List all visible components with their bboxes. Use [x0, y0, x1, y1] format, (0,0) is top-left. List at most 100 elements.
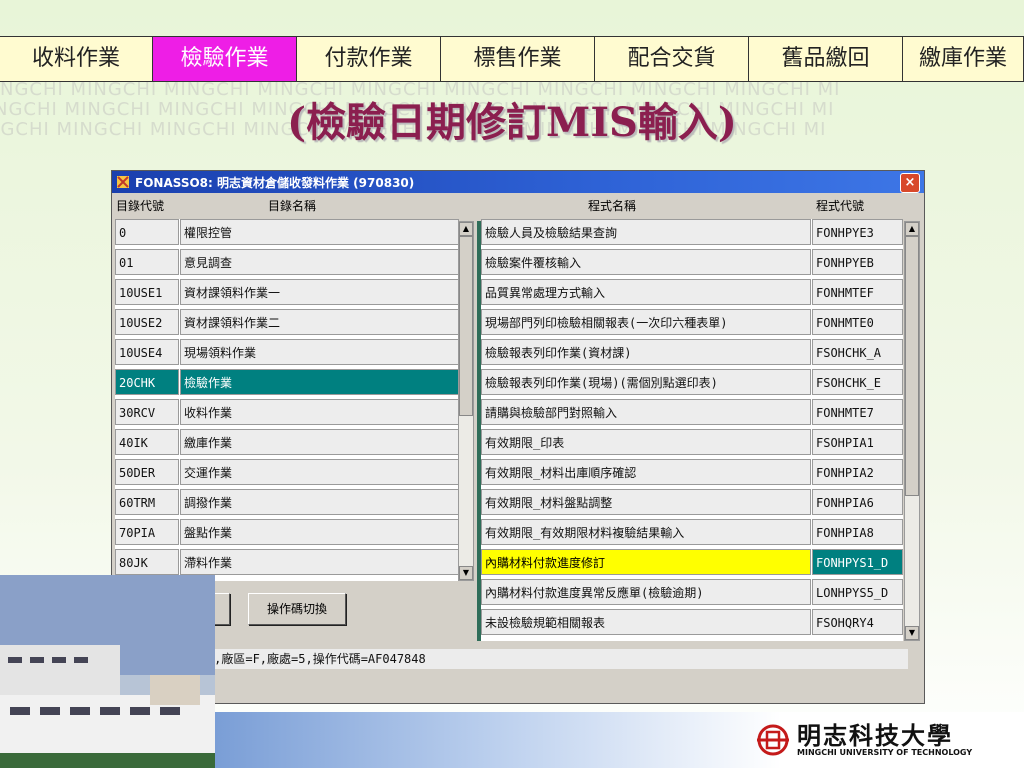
catalog-code: 01: [115, 249, 179, 275]
university-name-en: MINGCHI UNIVERSITY OF TECHNOLOGY: [797, 747, 973, 757]
program-row[interactable]: 有效期限_有效期限材料複驗結果輸入 FONHPIA8: [481, 519, 903, 547]
program-code: FONHPYS1_D: [812, 549, 903, 575]
program-name: 請購與檢驗部門對照輸入: [481, 399, 811, 425]
catalog-scrollbar[interactable]: ▲ ▼: [458, 221, 474, 581]
program-code: FONHPYEB: [812, 249, 903, 275]
catalog-row[interactable]: 40IK 繳庫作業: [115, 429, 459, 457]
program-row[interactable]: 檢驗案件覆核輸入 FONHPYEB: [481, 249, 903, 277]
catalog-name: 繳庫作業: [180, 429, 459, 455]
campus-building-image: [0, 575, 215, 768]
catalog-name: 交運作業: [180, 459, 459, 485]
program-code: FONHPIA2: [812, 459, 903, 485]
catalog-list: 0 權限控管 01 意見調查 10USE1 資材課領料作業一 10USE2 資材課領料作業二 1…: [115, 219, 459, 581]
program-code: FSOHCHK_A: [812, 339, 903, 365]
university-emblem-icon: [757, 724, 789, 756]
nav-tab[interactable]: 舊品繳回: [749, 37, 903, 81]
catalog-name: 調撥作業: [180, 489, 459, 515]
page-title: (檢驗日期修訂MIS輸入): [287, 99, 737, 146]
catalog-name: 現場領料作業: [180, 339, 459, 365]
program-code: FONHPIA8: [812, 519, 903, 545]
catalog-name: 意見調查: [180, 249, 459, 275]
nav-tab[interactable]: 繳庫作業: [903, 37, 1024, 81]
program-code: FSOHCHK_E: [812, 369, 903, 395]
switch-operator-code-button[interactable]: 操作碼切換: [248, 593, 346, 625]
program-code: FONHPYE3: [812, 219, 903, 245]
program-code: FSOHQRY4: [812, 609, 903, 635]
program-row[interactable]: 檢驗報表列印作業(現場)(需個別點選印表) FSOHCHK_E: [481, 369, 903, 397]
program-name: 檢驗報表列印作業(資材課): [481, 339, 811, 365]
catalog-row[interactable]: 10USE2 資材課領料作業二: [115, 309, 459, 337]
scroll-up-icon[interactable]: ▲: [459, 222, 473, 236]
catalog-row[interactable]: 70PIA 盤點作業: [115, 519, 459, 547]
program-row[interactable]: 品質異常處理方式輸入 FONHMTEF: [481, 279, 903, 307]
catalog-row[interactable]: 60TRM 調撥作業: [115, 489, 459, 517]
scroll-down-icon[interactable]: ▼: [459, 566, 473, 580]
header-program-code: 程式代號: [816, 199, 865, 213]
program-row[interactable]: 請購與檢驗部門對照輸入 FONHMTE7: [481, 399, 903, 427]
catalog-code: 50DER: [115, 459, 179, 485]
catalog-row[interactable]: 30RCV 收料作業: [115, 399, 459, 427]
program-name: 有效期限_材料出庫順序確認: [481, 459, 811, 485]
app-icon: [117, 176, 129, 188]
catalog-name: 權限控管: [180, 219, 459, 245]
header-catalog-code: 目錄代號: [116, 199, 165, 213]
program-code: FONHMTE7: [812, 399, 903, 425]
nav-tab[interactable]: 配合交貨: [595, 37, 749, 81]
catalog-code: 70PIA: [115, 519, 179, 545]
program-row[interactable]: 現場部門列印檢驗相關報表(一次印六種表單) FONHMTE0: [481, 309, 903, 337]
catalog-row[interactable]: 10USE4 現場領料作業: [115, 339, 459, 367]
catalog-name: 檢驗作業: [180, 369, 459, 395]
header-program-name: 程式名稱: [588, 199, 637, 213]
scroll-down-icon[interactable]: ▼: [905, 626, 919, 640]
program-list: 檢驗人員及檢驗結果查詢 FONHPYE3 檢驗案件覆核輸入 FONHPYEB 品質異常處…: [481, 219, 903, 641]
nav-tab[interactable]: 付款作業: [297, 37, 441, 81]
program-row[interactable]: 未設檢驗規範相關報表 FSOHQRY4: [481, 609, 903, 637]
program-name: 未設檢驗規範相關報表: [481, 609, 811, 635]
catalog-name: 滯料作業: [180, 549, 459, 575]
catalog-code: 10USE2: [115, 309, 179, 335]
catalog-row[interactable]: 20CHK 檢驗作業: [115, 369, 459, 397]
scroll-thumb[interactable]: [905, 236, 919, 496]
program-name: 檢驗報表列印作業(現場)(需個別點選印表): [481, 369, 811, 395]
program-code: FONHMTE0: [812, 309, 903, 335]
catalog-code: 30RCV: [115, 399, 179, 425]
catalog-row[interactable]: 50DER 交運作業: [115, 459, 459, 487]
catalog-name: 資材課領料作業二: [180, 309, 459, 335]
program-row[interactable]: 檢驗報表列印作業(資材課) FSOHCHK_A: [481, 339, 903, 367]
catalog-row[interactable]: 01 意見調查: [115, 249, 459, 277]
program-name: 檢驗案件覆核輸入: [481, 249, 811, 275]
catalog-code: 0: [115, 219, 179, 245]
nav-tab[interactable]: 收料作業: [0, 37, 153, 81]
catalog-row[interactable]: 80JK 滯料作業: [115, 549, 459, 577]
program-row[interactable]: 有效期限_材料盤點調整 FONHPIA6: [481, 489, 903, 517]
window-titlebar[interactable]: FONASSO8: 明志資材倉儲收發料作業 (970830) ×: [112, 171, 924, 193]
university-name-cn: 明志科技大學: [797, 721, 953, 750]
program-name: 品質異常處理方式輸入: [481, 279, 811, 305]
program-row[interactable]: 有效期限_材料出庫順序確認 FONHPIA2: [481, 459, 903, 487]
program-row[interactable]: 內購材料付款進度異常反應單(檢驗逾期) LONHPYS5_D: [481, 579, 903, 607]
scroll-thumb[interactable]: [459, 236, 473, 416]
app-window: FONASSO8: 明志資材倉儲收發料作業 (970830) × 目錄代號 目錄…: [111, 170, 925, 704]
nav-tab[interactable]: 標售作業: [441, 37, 595, 81]
catalog-name: 收料作業: [180, 399, 459, 425]
program-row[interactable]: 內購材料付款進度修訂 FONHPYS1_D: [481, 549, 903, 577]
program-code: FSOHPIA1: [812, 429, 903, 455]
program-scrollbar[interactable]: ▲ ▼: [904, 221, 920, 641]
program-code: LONHPYS5_D: [812, 579, 903, 605]
catalog-name: 盤點作業: [180, 519, 459, 545]
catalog-row[interactable]: 0 權限控管: [115, 219, 459, 247]
catalog-row[interactable]: 10USE1 資材課領料作業一: [115, 279, 459, 307]
catalog-code: 10USE1: [115, 279, 179, 305]
close-icon[interactable]: ×: [900, 173, 920, 193]
scroll-up-icon[interactable]: ▲: [905, 222, 919, 236]
program-row[interactable]: 檢驗人員及檢驗結果查詢 FONHPYE3: [481, 219, 903, 247]
header-catalog-name: 目錄名稱: [268, 199, 317, 213]
program-code: FONHPIA6: [812, 489, 903, 515]
program-name: 內購材料付款進度異常反應單(檢驗逾期): [481, 579, 811, 605]
catalog-name: 資材課領料作業一: [180, 279, 459, 305]
catalog-code: 20CHK: [115, 369, 179, 395]
top-nav: 收料作業 檢驗作業 付款作業 標售作業 配合交貨 舊品繳回 繳庫作業: [0, 36, 1024, 82]
program-row[interactable]: 有效期限_印表 FSOHPIA1: [481, 429, 903, 457]
nav-tab[interactable]: 檢驗作業: [153, 37, 297, 81]
program-name: 有效期限_有效期限材料複驗結果輸入: [481, 519, 811, 545]
